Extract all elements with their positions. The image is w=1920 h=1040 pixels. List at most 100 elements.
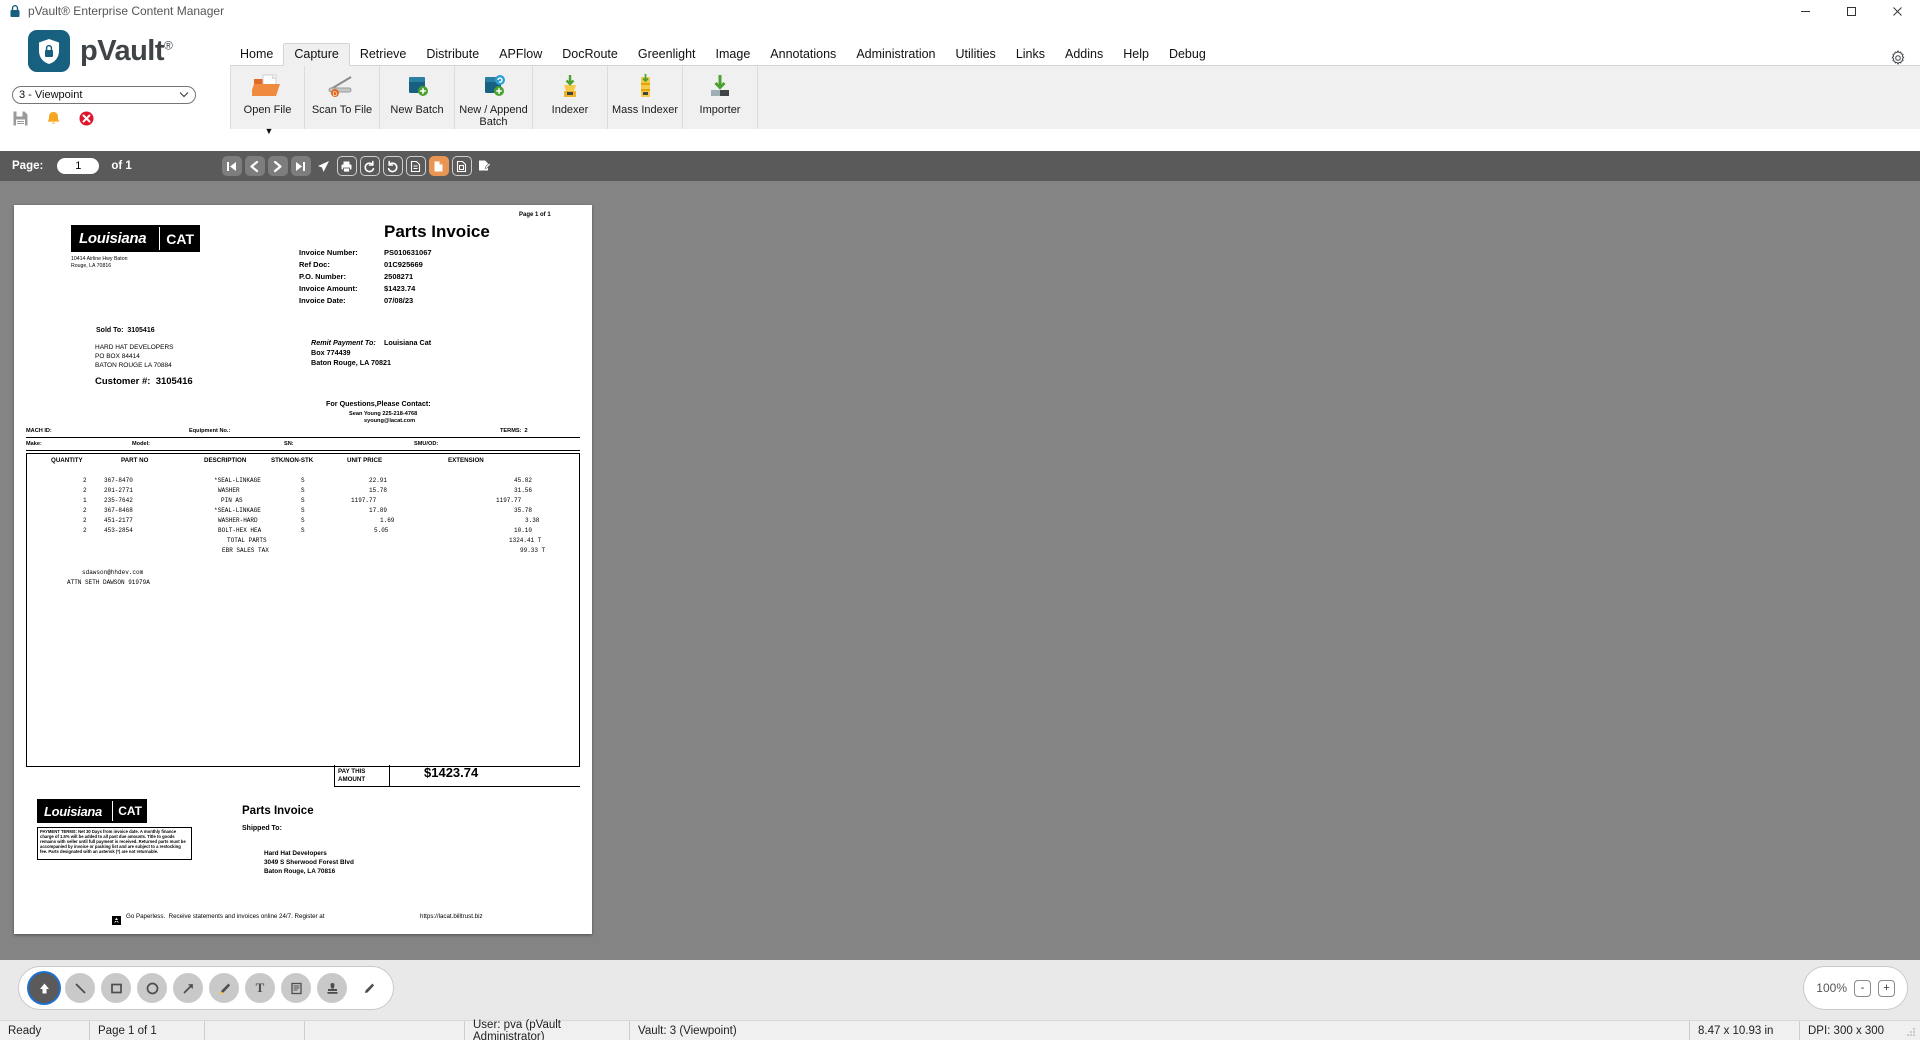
pay-box-inner-border bbox=[389, 765, 390, 787]
vault-selector-value: 3 - Viewpoint bbox=[19, 89, 83, 101]
zoom-in-button[interactable]: + bbox=[1878, 979, 1895, 997]
row-3-unit-price: 1197.77 bbox=[351, 497, 377, 504]
save-icon[interactable] bbox=[12, 110, 29, 127]
row-1-unit-price: 22.91 bbox=[369, 477, 388, 484]
notifications-bell-icon[interactable] bbox=[45, 110, 62, 127]
importer-icon bbox=[705, 71, 735, 103]
tab-greenlight[interactable]: Greenlight bbox=[628, 44, 706, 65]
tab-image[interactable]: Image bbox=[706, 44, 761, 65]
ribbon-mass-indexer-button[interactable]: Mass Indexer bbox=[608, 66, 683, 129]
ribbon-new-batch-label: New Batch bbox=[390, 104, 444, 116]
edit-page-button[interactable] bbox=[475, 156, 495, 176]
resize-grip-icon[interactable] bbox=[1905, 1026, 1917, 1038]
stub-title: Parts Invoice bbox=[242, 805, 314, 817]
highlighter-tool[interactable] bbox=[209, 973, 239, 1003]
sold-to-line-2: PO BOX 84414 bbox=[95, 353, 140, 360]
ellipse-tool[interactable] bbox=[137, 973, 167, 1003]
tab-capture[interactable]: Capture bbox=[283, 43, 350, 66]
stamp-tool[interactable] bbox=[317, 973, 347, 1003]
status-blank-2 bbox=[305, 1020, 465, 1040]
status-blank-1 bbox=[205, 1020, 305, 1040]
row-6-desc: BOLT-HEX HEA bbox=[218, 527, 262, 534]
ribbon-open-file-button[interactable]: Open File bbox=[230, 66, 305, 129]
tab-docroute[interactable]: DocRoute bbox=[552, 44, 628, 65]
tab-distribute[interactable]: Distribute bbox=[416, 44, 489, 65]
tab-administration[interactable]: Administration bbox=[846, 44, 945, 65]
row-6-part-no: 453-2854 bbox=[104, 527, 133, 534]
close-button[interactable] bbox=[1874, 0, 1920, 22]
mach-id-label: MACH ID: bbox=[26, 428, 52, 434]
terms-label: TERMS: 2 bbox=[500, 428, 528, 434]
tab-debug[interactable]: Debug bbox=[1159, 44, 1216, 65]
arrow-tool[interactable] bbox=[173, 973, 203, 1003]
tab-links[interactable]: Links bbox=[1006, 44, 1055, 65]
select-arrow-tool[interactable] bbox=[29, 973, 59, 1003]
vault-selector-dropdown[interactable]: 3 - Viewpoint bbox=[12, 86, 196, 104]
pay-box-left-border bbox=[334, 765, 335, 787]
po-number-value: 2508271 bbox=[384, 272, 414, 281]
shipped-to-label: Shipped To: bbox=[242, 825, 282, 832]
actual-size-button[interactable] bbox=[451, 156, 472, 176]
document-viewer[interactable]: Page 1 of 1 Louisiana CAT 10414 Airline … bbox=[0, 181, 1920, 960]
tab-apflow[interactable]: APFlow bbox=[489, 44, 552, 65]
invoice-date-label: Invoice Date: bbox=[299, 296, 346, 305]
send-button[interactable] bbox=[314, 156, 334, 176]
open-file-dropdown-caret[interactable]: ▼ bbox=[262, 126, 276, 136]
previous-page-button[interactable] bbox=[244, 156, 265, 176]
tab-retrieve[interactable]: Retrieve bbox=[350, 44, 417, 65]
note-tool[interactable] bbox=[281, 973, 311, 1003]
line-tool[interactable] bbox=[65, 973, 95, 1003]
remit-line-1: Box 774439 bbox=[311, 348, 351, 357]
pay-this-amount-value: $1423.74 bbox=[424, 765, 479, 780]
contact-heading: For Questions,Please Contact: bbox=[326, 399, 431, 408]
next-page-button[interactable] bbox=[267, 156, 288, 176]
ribbon-indexer-button[interactable]: Indexer bbox=[533, 66, 608, 129]
shipped-to-line-3: Baton Rouge, LA 70816 bbox=[264, 868, 336, 875]
row-3-qty: 1 bbox=[83, 497, 87, 504]
tab-utilities[interactable]: Utilities bbox=[946, 44, 1006, 65]
pen-tool[interactable] bbox=[353, 973, 383, 1003]
stub-logo-word-louisiana: Louisiana bbox=[44, 803, 102, 819]
text-tool[interactable]: T bbox=[245, 973, 275, 1003]
vendor-address-line2: Rouge, LA 70816 bbox=[71, 263, 112, 269]
first-page-button[interactable] bbox=[221, 156, 242, 176]
close-error-icon[interactable] bbox=[78, 110, 95, 127]
row-6-extension: 10.10 bbox=[514, 527, 533, 534]
maximize-button[interactable] bbox=[1828, 0, 1874, 22]
tab-annotations[interactable]: Annotations bbox=[760, 44, 846, 65]
fit-page-button[interactable] bbox=[428, 156, 449, 176]
row-2-stk: S bbox=[301, 487, 305, 494]
tab-home[interactable]: Home bbox=[230, 44, 283, 65]
page-number-input[interactable]: 1 bbox=[57, 158, 100, 174]
tab-help[interactable]: Help bbox=[1113, 44, 1159, 65]
col-description: DESCRIPTION bbox=[204, 457, 247, 464]
row-2-part-no: 201-2771 bbox=[104, 487, 133, 494]
ribbon-importer-button[interactable]: Importer bbox=[683, 66, 758, 129]
window-title: pVault® Enterprise Content Manager bbox=[28, 4, 225, 18]
ribbon-indexer-label: Indexer bbox=[551, 104, 589, 116]
ribbon-scan-to-file-button[interactable]: D Scan To File bbox=[305, 66, 380, 129]
ribbon-importer-label: Importer bbox=[699, 104, 741, 116]
tab-addins[interactable]: Addins bbox=[1055, 44, 1113, 65]
zoom-out-button[interactable]: - bbox=[1854, 979, 1871, 997]
rotate-left-button[interactable] bbox=[359, 156, 380, 176]
minimize-button[interactable] bbox=[1782, 0, 1828, 22]
attn-line: ATTN SETH DAWSON 91979A bbox=[67, 579, 150, 586]
pvault-logo-icon bbox=[28, 30, 70, 72]
rectangle-tool[interactable] bbox=[101, 973, 131, 1003]
last-page-button[interactable] bbox=[290, 156, 311, 176]
status-bar: Ready Page 1 of 1 User: pva (pVault Admi… bbox=[0, 1019, 1920, 1040]
attn-email: sdawson@hhdev.com bbox=[82, 569, 144, 576]
rotate-right-button[interactable] bbox=[382, 156, 403, 176]
window-controls bbox=[1782, 0, 1920, 22]
row-3-stk: S bbox=[301, 497, 305, 504]
ribbon-spacer bbox=[758, 66, 1920, 129]
ref-doc-label: Ref Doc: bbox=[299, 260, 330, 269]
footer-url[interactable]: https://lacat.billtrust.biz bbox=[420, 913, 483, 920]
invoice-date-value: 07/08/23 bbox=[384, 296, 414, 305]
ribbon-new-batch-button[interactable]: New Batch bbox=[380, 66, 455, 129]
ribbon-new-append-batch-button[interactable]: New / Append Batch bbox=[455, 66, 533, 129]
print-button[interactable] bbox=[336, 156, 357, 176]
fit-width-button[interactable] bbox=[405, 156, 426, 176]
status-user: User: pva (pVault Administrator) bbox=[465, 1019, 630, 1040]
